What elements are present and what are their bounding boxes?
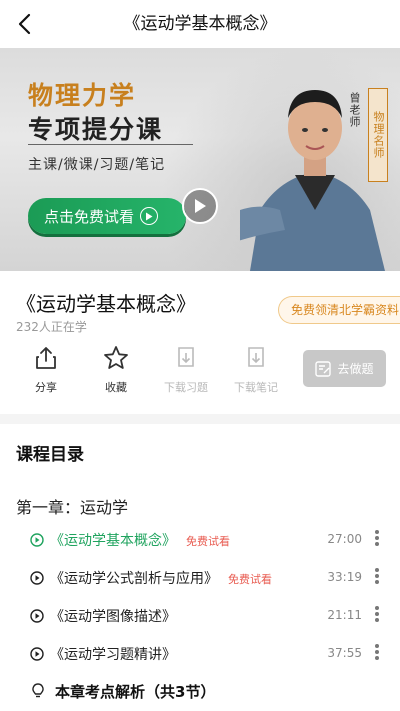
play-circle-icon	[30, 533, 44, 547]
action-bar: 分享 收藏 下载习题 下载笔记 去做题	[0, 345, 400, 401]
star-icon	[104, 346, 128, 369]
play-circle-icon	[30, 609, 44, 623]
course-title: 《运动学基本概念》	[16, 292, 196, 316]
catalog-title: 课程目录	[16, 445, 84, 465]
lesson-item[interactable]: 《运动学基本概念》 免费试看 27:00	[0, 524, 400, 556]
download-notes-icon	[248, 347, 264, 367]
more-icon[interactable]	[372, 642, 382, 666]
lesson-item[interactable]: 《运动学图像描述》 21:11	[0, 600, 400, 632]
share-button[interactable]: 分享	[14, 345, 78, 395]
free-trial-tag: 免费试看	[228, 573, 272, 586]
go-practice-button[interactable]: 去做题	[303, 350, 386, 387]
lesson-duration: 37:55	[327, 646, 362, 660]
lightbulb-icon	[32, 683, 44, 698]
favorite-label: 收藏	[105, 381, 127, 394]
free-trial-label: 点击免费试看	[44, 207, 135, 226]
video-play-button[interactable]	[182, 188, 218, 224]
page-title: 《运动学基本概念》	[123, 14, 277, 34]
lesson-item[interactable]: 《运动学习题精讲》 37:55	[0, 638, 400, 670]
go-practice-label: 去做题	[337, 362, 374, 376]
chapter-title: 第一章：运动学	[16, 498, 129, 517]
free-trial-button[interactable]: 点击免费试看	[28, 198, 186, 234]
download-document-icon	[178, 347, 194, 367]
lesson-duration: 21:11	[327, 608, 362, 622]
banner-subtitle: 主课/微课/习题/笔记	[28, 157, 166, 173]
play-icon	[195, 199, 206, 213]
play-circle-icon	[140, 207, 159, 225]
back-button[interactable]	[10, 10, 38, 38]
keypoint-title: 本章考点解析（共3节）	[55, 683, 216, 701]
lesson-duration: 27:00	[327, 532, 362, 546]
lesson-title: 《运动学公式剖析与应用》 免费试看	[50, 571, 272, 587]
favorite-button[interactable]: 收藏	[84, 345, 148, 395]
banner-divider	[28, 144, 193, 145]
learner-count: 232人正在学	[16, 320, 87, 334]
banner-title-line2: 专项提分课	[28, 115, 164, 144]
download-notes-label: 下载笔记	[234, 381, 278, 394]
banner-title-line1: 物理力学	[28, 81, 137, 110]
more-icon[interactable]	[372, 528, 382, 552]
free-data-button[interactable]: 免费领清北学霸资料	[278, 296, 400, 324]
play-circle-icon	[30, 571, 44, 585]
teacher-name: 曾老师	[348, 92, 361, 128]
share-label: 分享	[35, 381, 57, 394]
section-divider	[0, 414, 400, 424]
lesson-title: 《运动学图像描述》	[50, 609, 176, 625]
lesson-duration: 33:19	[327, 570, 362, 584]
course-banner[interactable]: 物理力学 专项提分课 主课/微课/习题/笔记 点击免费试看 曾老师 物理名师	[0, 48, 400, 271]
more-icon[interactable]	[372, 566, 382, 590]
download-exercise-button[interactable]: 下载习题	[154, 345, 218, 395]
chevron-left-icon	[18, 13, 31, 35]
more-icon[interactable]	[372, 604, 382, 628]
lesson-title: 《运动学习题精讲》	[50, 647, 176, 663]
free-trial-tag: 免费试看	[186, 535, 230, 548]
lesson-title: 《运动学基本概念》 免费试看	[50, 533, 230, 549]
nav-bar: 《运动学基本概念》	[0, 0, 400, 48]
download-exercise-label: 下载习题	[164, 381, 208, 394]
play-circle-icon	[30, 647, 44, 661]
keypoint-item[interactable]: 本章考点解析（共3节）	[0, 676, 400, 706]
share-icon	[36, 347, 56, 369]
download-notes-button[interactable]: 下载笔记	[224, 345, 288, 395]
lesson-item[interactable]: 《运动学公式剖析与应用》 免费试看 33:19	[0, 562, 400, 594]
teacher-tag: 物理名师	[368, 88, 388, 182]
edit-note-icon	[315, 360, 332, 377]
